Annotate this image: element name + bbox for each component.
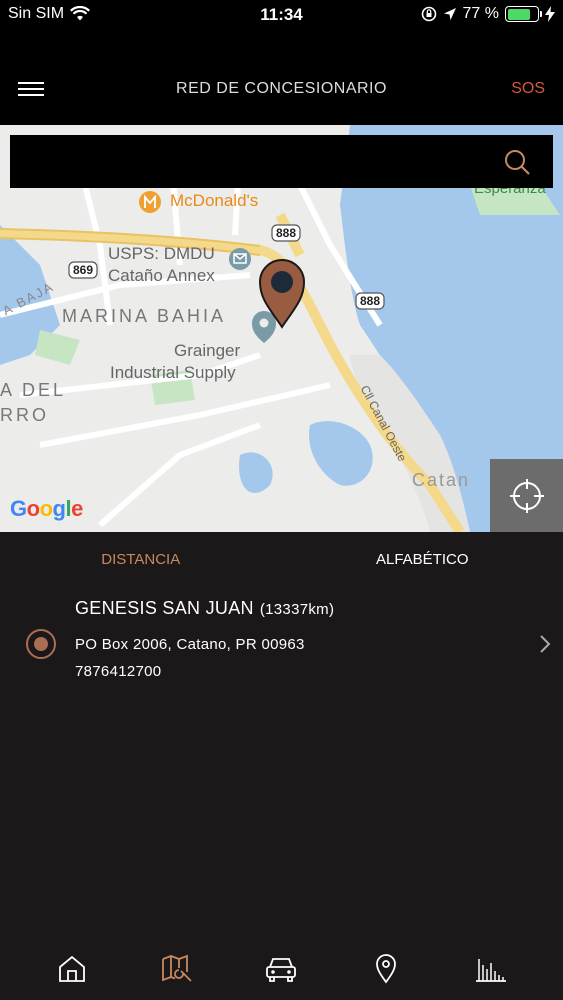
map-label-rro: RRO <box>0 405 49 425</box>
nav-vehicle[interactable] <box>251 944 311 994</box>
map-label-marina-bahia: MARINA BAHIA <box>62 306 227 326</box>
status-left: Sin SIM <box>8 5 90 23</box>
dealer-name-row: GENESIS SAN JUAN (13337km) <box>75 598 334 619</box>
crosshair-icon <box>509 478 544 513</box>
car-icon <box>266 958 297 982</box>
map-label-usps-1: USPS: DMDU <box>108 244 215 263</box>
nav-location[interactable] <box>356 944 416 994</box>
tab-alfabetico[interactable]: ALFABÉTICO <box>282 532 563 588</box>
dealer-address: PO Box 2006, Catano, PR 00963 <box>75 636 305 653</box>
status-bar: Sin SIM 11:34 77 % <box>0 0 563 30</box>
google-logo-text: Google <box>10 496 83 521</box>
road-shield-888-a: 888 <box>276 226 297 240</box>
map-service-icon <box>161 954 192 982</box>
search-bar <box>10 135 553 188</box>
carrier-label: Sin SIM <box>8 5 65 22</box>
google-logo-letter: o <box>39 496 53 521</box>
home-icon <box>59 955 86 982</box>
dealer-distance: (13337km) <box>259 601 335 618</box>
location-pin-icon <box>376 954 396 984</box>
search-input[interactable] <box>24 145 484 178</box>
page-title: RED DE CONCESIONARIO <box>176 80 387 97</box>
status-right: 77 % <box>421 5 555 23</box>
battery-icon <box>505 6 542 22</box>
battery-fill <box>507 8 530 20</box>
chart-icon <box>475 959 506 982</box>
sort-tabs: DISTANCIA ALFABÉTICO <box>0 532 563 588</box>
map-label-grainger-2: Industrial Supply <box>110 363 236 382</box>
google-logo-letter: o <box>26 496 40 521</box>
bottom-navigation <box>0 938 563 1000</box>
nav-home[interactable] <box>42 944 102 994</box>
map-label-mcdonalds: McDonald's <box>170 191 259 210</box>
dealer-radio-selected[interactable] <box>26 629 56 659</box>
dealer-map-marker[interactable] <box>258 257 306 329</box>
tab-distancia[interactable]: DISTANCIA <box>0 532 282 588</box>
road-shield-869: 869 <box>73 263 94 277</box>
sos-button[interactable]: SOS <box>511 80 545 98</box>
google-logo-letter: e <box>71 496 83 521</box>
google-logo: Google <box>10 496 83 522</box>
google-logo-letter: G <box>10 496 27 521</box>
map-label-usps-2: Cataño Annex <box>108 266 215 285</box>
nav-statistics[interactable] <box>461 944 521 994</box>
orientation-lock-icon <box>421 6 436 22</box>
dealer-phone: 7876412700 <box>75 663 162 680</box>
battery-percent: 77 % <box>462 5 499 22</box>
chevron-right-icon[interactable] <box>539 634 551 654</box>
dealer-name: GENESIS SAN JUAN <box>75 598 254 618</box>
search-icon[interactable] <box>503 148 531 176</box>
google-logo-letter: g <box>52 496 66 521</box>
charging-bolt-icon <box>545 6 555 22</box>
road-shield-888-b: 888 <box>360 294 381 308</box>
wifi-icon <box>70 6 90 21</box>
map-label-catano: Catan <box>412 470 471 490</box>
dealer-list-item[interactable]: GENESIS SAN JUAN (13337km) PO Box 2006, C… <box>0 588 563 698</box>
map-label-grainger-1: Grainger <box>174 341 241 360</box>
app-header: RED DE CONCESIONARIO SOS <box>0 30 563 125</box>
my-location-button[interactable] <box>490 459 563 532</box>
map-view[interactable]: McDonald's USPS: DMDU Cataño Annex MARIN… <box>0 125 563 532</box>
nav-dealer-network[interactable] <box>147 944 207 994</box>
location-arrow-icon <box>443 8 456 20</box>
map-label-del: A DEL <box>0 380 67 400</box>
